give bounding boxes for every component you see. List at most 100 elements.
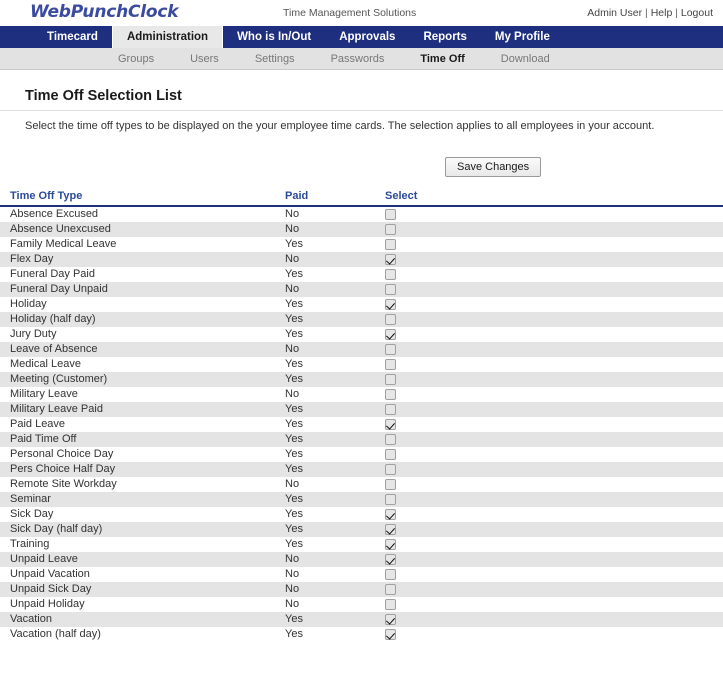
cell-time-off-type: Funeral Day Paid [10,268,95,280]
cell-select [385,402,723,417]
cell-select [385,627,723,642]
sub-nav-tab-settings[interactable]: Settings [237,53,313,65]
select-checkbox[interactable] [385,358,396,370]
main-nav-tab-administration[interactable]: Administration [111,26,224,48]
sub-nav-tab-download[interactable]: Download [483,53,568,65]
cell-paid: No [285,553,300,565]
select-checkbox[interactable] [385,568,396,580]
cell-select [385,552,723,567]
table-head: Time Off Type Paid Select [0,190,723,207]
cell-time-off-type: Sick Day (half day) [10,523,103,535]
select-checkbox[interactable] [385,583,396,595]
select-checkbox[interactable] [385,253,396,265]
help-link[interactable]: Help [651,7,673,19]
page-title: Time Off Selection List [25,88,182,104]
main-nav-tab-approvals[interactable]: Approvals [325,26,409,48]
select-checkbox[interactable] [385,388,396,400]
cell-select [385,282,723,297]
main-nav-tab-who-is-in-out[interactable]: Who is In/Out [223,26,325,48]
cell-paid: Yes [285,433,303,445]
cell-select [385,447,723,462]
select-checkbox[interactable] [385,268,396,280]
main-nav-tab-timecard[interactable]: Timecard [33,26,112,48]
cell-select [385,222,723,237]
cell-select [385,267,723,282]
select-checkbox[interactable] [385,283,396,295]
cell-time-off-type: Funeral Day Unpaid [10,283,108,295]
select-checkbox[interactable] [385,373,396,385]
select-checkbox[interactable] [385,418,396,430]
select-checkbox[interactable] [385,478,396,490]
select-checkbox[interactable] [385,508,396,520]
cell-time-off-type: Vacation (half day) [10,628,101,640]
cell-time-off-type: Military Leave Paid [10,403,103,415]
select-checkbox[interactable] [385,448,396,460]
select-checkbox[interactable] [385,493,396,505]
select-checkbox[interactable] [385,313,396,325]
cell-paid: Yes [285,268,303,280]
current-user-label: Admin User [587,7,643,19]
select-checkbox[interactable] [385,433,396,445]
cell-paid: No [285,283,300,295]
select-checkbox[interactable] [385,628,396,640]
table-row: Unpaid Vacation No [0,567,723,582]
select-checkbox[interactable] [385,598,396,610]
select-checkbox[interactable] [385,403,396,415]
table-row: Funeral Day Paid Yes [0,267,723,282]
column-header-paid: Paid [285,190,385,207]
main-nav-tab-my-profile[interactable]: My Profile [481,26,564,48]
cell-select [385,537,723,552]
select-checkbox[interactable] [385,463,396,475]
page-description: Select the time off types to be displaye… [25,120,655,132]
select-checkbox[interactable] [385,223,396,235]
table-row: Meeting (Customer) Yes [0,372,723,387]
cell-paid: Yes [285,373,303,385]
table-row: Pers Choice Half Day Yes [0,462,723,477]
cell-select [385,567,723,582]
cell-select [385,582,723,597]
save-changes-button[interactable]: Save Changes [445,157,542,177]
select-checkbox[interactable] [385,553,396,565]
table-row: Unpaid Holiday No [0,597,723,612]
app-tagline: Time Management Solutions [283,7,417,19]
cell-paid: No [285,598,300,610]
cell-paid: Yes [285,403,303,415]
sub-nav-tab-groups[interactable]: Groups [100,53,172,65]
cell-select [385,507,723,522]
cell-time-off-type: Paid Leave [10,418,66,430]
main-nav-tab-reports[interactable]: Reports [409,26,480,48]
logout-link[interactable]: Logout [681,7,713,19]
table-row: Funeral Day Unpaid No [0,282,723,297]
cell-paid: Yes [285,508,303,520]
column-header-select: Select [385,190,723,207]
sub-nav-tab-time-off[interactable]: Time Off [402,53,482,65]
sub-nav-tab-users[interactable]: Users [172,53,237,65]
cell-paid: Yes [285,358,303,370]
select-checkbox[interactable] [385,613,396,625]
cell-time-off-type: Leave of Absence [10,343,98,355]
cell-select [385,342,723,357]
cell-paid: Yes [285,538,303,550]
cell-time-off-type: Holiday [10,298,47,310]
cell-select [385,432,723,447]
table-row: Paid Time Off Yes [0,432,723,447]
table-row: Seminar Yes [0,492,723,507]
select-checkbox[interactable] [385,523,396,535]
table-row: Unpaid Leave No [0,552,723,567]
select-checkbox[interactable] [385,343,396,355]
table-row: Vacation (half day) Yes [0,627,723,642]
table-row: Training Yes [0,537,723,552]
cell-time-off-type: Flex Day [10,253,54,265]
time-off-table: Time Off Type Paid Select Absence Excuse… [0,190,723,642]
select-checkbox[interactable] [385,328,396,340]
select-checkbox[interactable] [385,298,396,310]
cell-time-off-type: Medical Leave [10,358,81,370]
select-checkbox[interactable] [385,238,396,250]
sub-nav-tab-passwords[interactable]: Passwords [313,53,403,65]
select-checkbox[interactable] [385,208,396,220]
cell-paid: Yes [285,328,303,340]
select-checkbox[interactable] [385,538,396,550]
cell-select [385,387,723,402]
top-bar: WebPunchClock Time Management Solutions … [0,0,723,26]
link-separator-2: | [675,7,678,19]
